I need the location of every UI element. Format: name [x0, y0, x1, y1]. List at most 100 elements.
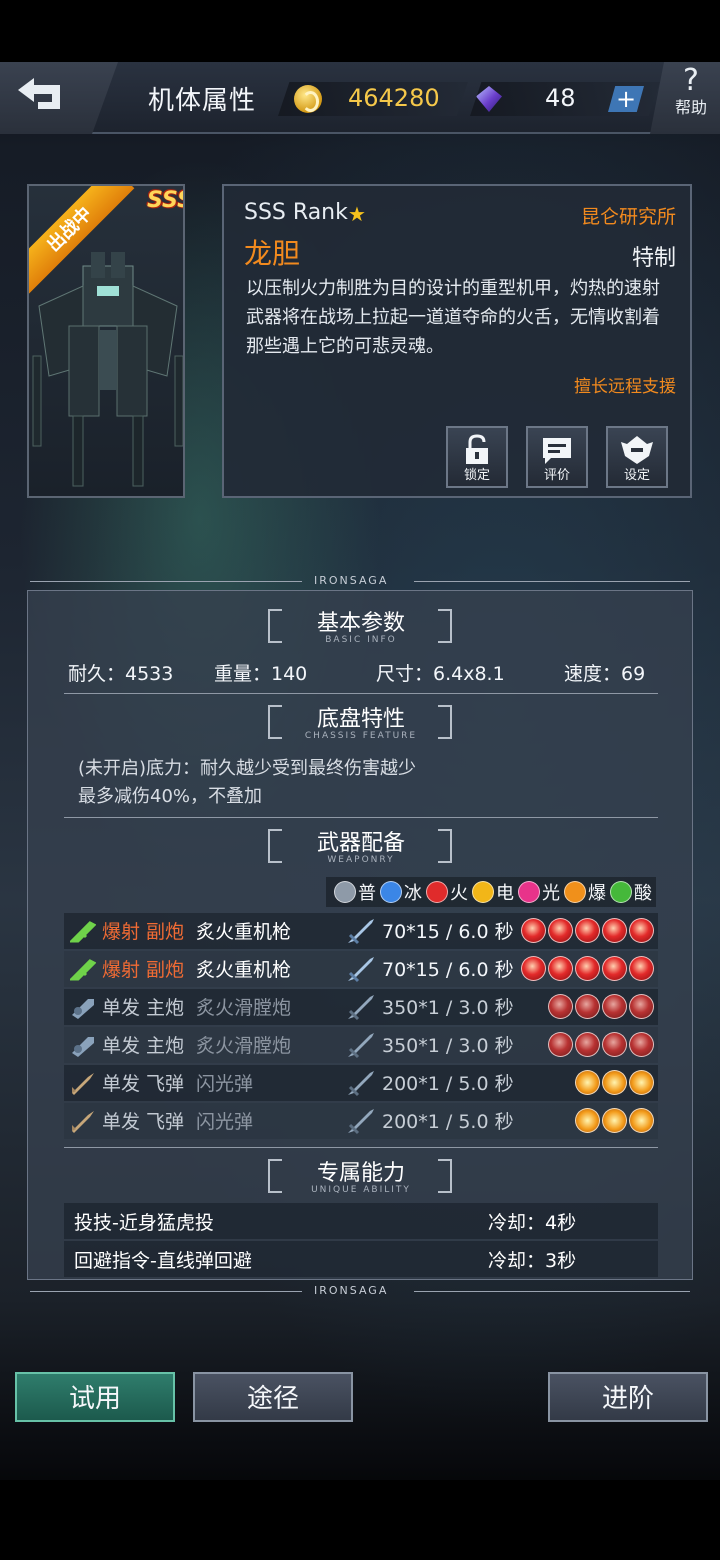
- weapon-type: 爆射 副炮: [102, 959, 185, 981]
- missile-icon: [72, 1073, 94, 1095]
- chassis-subtitle: CHASSIS FEATURE: [304, 731, 418, 741]
- setup-label: 设定: [623, 468, 650, 483]
- fire-element-icon: [575, 1032, 600, 1057]
- chassis-title: 底盘特性: [316, 707, 405, 732]
- blast-element-icon: [629, 1108, 654, 1133]
- fire-element-icon: [629, 918, 654, 943]
- element-normal: 普: [334, 879, 376, 905]
- machine-gun-icon: [70, 921, 96, 943]
- cannon-icon: [72, 1037, 94, 1057]
- ability-cooldown: 冷却：3秒: [488, 1250, 577, 1272]
- back-button[interactable]: [0, 62, 118, 134]
- advance-button[interactable]: 进阶: [548, 1372, 708, 1422]
- source-button[interactable]: 途径: [193, 1372, 353, 1422]
- missile-icon: [72, 1111, 94, 1133]
- sword-icon: [348, 1071, 374, 1097]
- weapon-elements: [573, 1070, 654, 1095]
- fire-element-icon: [521, 918, 546, 943]
- sword-icon: [348, 1109, 374, 1135]
- element-acid: 酸: [610, 879, 652, 905]
- blast-element-icon: [602, 1070, 627, 1095]
- header-bar: 机体属性 464280 48 + ? 帮助: [0, 62, 720, 134]
- weapon-row[interactable]: 爆射 副炮 炙火重机枪 70*15 / 6.0 秒: [64, 951, 658, 987]
- ability-name: 投技-近身猛虎投: [74, 1212, 214, 1234]
- weapon-damage: 200*1 / 5.0 秒: [382, 1111, 514, 1133]
- fire-element-icon: [426, 881, 448, 903]
- gold-currency: 464280: [278, 82, 468, 116]
- weapon-type: 单发 主炮: [102, 997, 185, 1019]
- gold-coin-icon: [294, 85, 322, 113]
- add-gems-button[interactable]: +: [608, 86, 644, 112]
- weapon-type: 单发 飞弹: [102, 1073, 185, 1095]
- element-blast: 爆: [564, 879, 606, 905]
- fire-element-icon: [548, 918, 573, 943]
- sword-icon: [348, 957, 374, 983]
- fire-element-icon: [548, 956, 573, 981]
- rate-button[interactable]: 评价: [526, 426, 588, 488]
- weapon-name: 闪光弹: [196, 1111, 254, 1133]
- element-ice: 冰: [380, 879, 422, 905]
- fire-element-icon: [602, 1032, 627, 1057]
- weapon-elements: [546, 994, 654, 1019]
- mech-head-icon: [621, 436, 653, 464]
- weapon-row[interactable]: 单发 飞弹 闪光弹 200*1 / 5.0 秒: [64, 1065, 658, 1101]
- fire-element-icon: [602, 956, 627, 981]
- chassis-line: 最多减伤40%，不叠加: [78, 786, 263, 807]
- weapon-row[interactable]: 单发 飞弹 闪光弹 200*1 / 5.0 秒: [64, 1103, 658, 1139]
- fire-element-icon: [602, 994, 627, 1019]
- weight-stat: 重量：140: [214, 663, 308, 685]
- divider-line: [414, 581, 690, 582]
- rank-badge: SSS: [147, 188, 183, 213]
- ability-row[interactable]: 投技-近身猛虎投 冷却：4秒: [64, 1203, 658, 1239]
- try-button[interactable]: 试用: [15, 1372, 175, 1422]
- ability-cooldown: 冷却：4秒: [488, 1212, 577, 1234]
- diamond-icon: [476, 86, 502, 112]
- durability-stat: 耐久：4533: [68, 663, 174, 685]
- blast-element-icon: [629, 1070, 654, 1095]
- weapon-name: 炙火重机枪: [196, 921, 292, 943]
- mech-image: [32, 252, 183, 487]
- ability-row[interactable]: 回避指令-直线弹回避 冷却：3秒: [64, 1241, 658, 1277]
- mech-attributes-screen: 机体属性 464280 48 + ? 帮助 出战中 SS SSS Rank ★ …: [0, 0, 720, 1560]
- lock-button[interactable]: 锁定: [446, 426, 508, 488]
- weapon-elements: [519, 956, 654, 981]
- help-button[interactable]: ? 帮助: [650, 62, 720, 134]
- weapons-title: 武器配备: [316, 831, 405, 856]
- setup-button[interactable]: 设定: [606, 426, 668, 488]
- fire-element-icon: [548, 1032, 573, 1057]
- weapon-damage: 200*1 / 5.0 秒: [382, 1073, 514, 1095]
- ability-name: 回避指令-直线弹回避: [74, 1250, 252, 1272]
- back-arrow-icon: [18, 78, 60, 109]
- navigation-bar-area: [0, 1480, 720, 1560]
- basic-info-subtitle: BASIC INFO: [325, 635, 397, 645]
- blast-element-icon: [564, 881, 586, 903]
- section-separator: [64, 1147, 658, 1148]
- fire-element-icon: [602, 918, 627, 943]
- specialty-tag: 擅长远程支援: [574, 377, 676, 397]
- mech-name: 龙胆: [244, 237, 301, 270]
- ice-element-icon: [380, 881, 402, 903]
- fire-element-icon: [629, 994, 654, 1019]
- speed-stat: 速度：69: [564, 663, 646, 685]
- weapon-type: 单发 飞弹: [102, 1111, 185, 1133]
- light-element-icon: [518, 881, 540, 903]
- weapon-row[interactable]: 单发 主炮 炙火滑膛炮 350*1 / 3.0 秒: [64, 1027, 658, 1063]
- fire-element-icon: [629, 1032, 654, 1057]
- weapon-damage: 70*15 / 6.0 秒: [382, 959, 514, 981]
- weapon-row[interactable]: 爆射 副炮 炙火重机枪 70*15 / 6.0 秒: [64, 913, 658, 949]
- gold-amount: 464280: [348, 84, 440, 112]
- element-light: 光: [518, 879, 560, 905]
- acid-element-icon: [610, 881, 632, 903]
- section-separator: [64, 817, 658, 818]
- fire-element-icon: [629, 956, 654, 981]
- abilities-subtitle: UNIQUE ABILITY: [311, 1185, 411, 1195]
- stats-panel: 基本参数 BASIC INFO 耐久：4533 重量：140 尺寸：6.4x8.…: [27, 590, 693, 1280]
- blast-element-icon: [575, 1070, 600, 1095]
- gem-currency: 48 +: [470, 82, 660, 116]
- fire-element-icon: [521, 956, 546, 981]
- mech-portrait-card[interactable]: 出战中 SSS: [27, 184, 185, 498]
- divider-line: [414, 1291, 690, 1292]
- blast-element-icon: [602, 1108, 627, 1133]
- weapon-elements: [546, 1032, 654, 1057]
- weapon-row[interactable]: 单发 主炮 炙火滑膛炮 350*1 / 3.0 秒: [64, 989, 658, 1025]
